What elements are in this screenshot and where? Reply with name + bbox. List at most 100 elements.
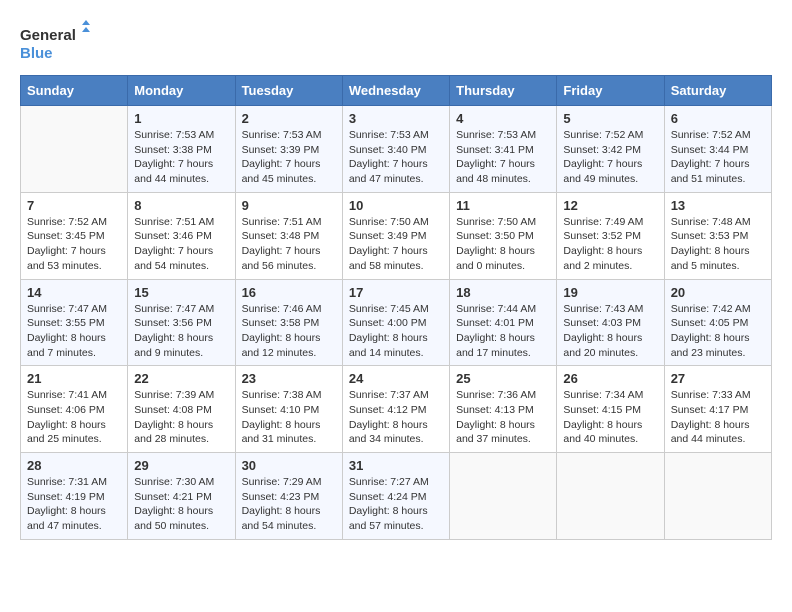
calendar-cell: 1 Sunrise: 7:53 AM Sunset: 3:38 PM Daylig… xyxy=(128,106,235,193)
header-cell-saturday: Saturday xyxy=(664,76,771,106)
calendar-cell: 5Sunrise: 7:52 AM Sunset: 3:42 PM Daylig… xyxy=(557,106,664,193)
day-number: 24 xyxy=(349,371,443,386)
day-info: Sunrise: 7:31 AM Sunset: 4:19 PM Dayligh… xyxy=(27,475,121,534)
day-info: Sunrise: 7:50 AM Sunset: 3:50 PM Dayligh… xyxy=(456,215,550,274)
day-number: 14 xyxy=(27,285,121,300)
calendar-week-4: 21 Sunrise: 7:41 AM Sunset: 4:06 PM Dayli… xyxy=(21,366,772,453)
day-info: Sunrise: 7:34 AM Sunset: 4:15 PM Dayligh… xyxy=(563,388,657,447)
day-info: Sunrise: 7:39 AM Sunset: 4:08 PM Dayligh… xyxy=(134,388,228,447)
day-info: Sunrise: 7:49 AM Sunset: 3:52 PM Dayligh… xyxy=(563,215,657,274)
day-number: 29 xyxy=(134,458,228,473)
header-cell-wednesday: Wednesday xyxy=(342,76,449,106)
logo-svg: General Blue xyxy=(20,20,90,65)
day-number: 26 xyxy=(563,371,657,386)
day-info: Sunrise: 7:53 AM Sunset: 3:38 PM Dayligh… xyxy=(134,128,228,187)
day-info: Sunrise: 7:52 AM Sunset: 3:45 PM Dayligh… xyxy=(27,215,121,274)
calendar-cell: 9Sunrise: 7:51 AM Sunset: 3:48 PM Daylig… xyxy=(235,192,342,279)
calendar-cell xyxy=(664,453,771,540)
calendar-cell: 31Sunrise: 7:27 AM Sunset: 4:24 PM Dayli… xyxy=(342,453,449,540)
day-info: Sunrise: 7:48 AM Sunset: 3:53 PM Dayligh… xyxy=(671,215,765,274)
day-number: 5 xyxy=(563,111,657,126)
day-number: 20 xyxy=(671,285,765,300)
calendar-cell: 21 Sunrise: 7:41 AM Sunset: 4:06 PM Dayli… xyxy=(21,366,128,453)
calendar-cell: 2 Sunrise: 7:53 AM Sunset: 3:39 PM Daylig… xyxy=(235,106,342,193)
calendar-cell: 15Sunrise: 7:47 AM Sunset: 3:56 PM Dayli… xyxy=(128,279,235,366)
day-info: Sunrise: 7:44 AM Sunset: 4:01 PM Dayligh… xyxy=(456,302,550,361)
header-cell-sunday: Sunday xyxy=(21,76,128,106)
calendar-cell: 3 Sunrise: 7:53 AM Sunset: 3:40 PM Daylig… xyxy=(342,106,449,193)
day-info: Sunrise: 7:45 AM Sunset: 4:00 PM Dayligh… xyxy=(349,302,443,361)
day-info: Sunrise: 7:37 AM Sunset: 4:12 PM Dayligh… xyxy=(349,388,443,447)
logo: General Blue xyxy=(20,20,90,65)
day-number: 9 xyxy=(242,198,336,213)
calendar-body: 1 Sunrise: 7:53 AM Sunset: 3:38 PM Daylig… xyxy=(21,106,772,540)
calendar-week-1: 1 Sunrise: 7:53 AM Sunset: 3:38 PM Daylig… xyxy=(21,106,772,193)
day-number: 18 xyxy=(456,285,550,300)
calendar-cell: 17 Sunrise: 7:45 AM Sunset: 4:00 PM Dayli… xyxy=(342,279,449,366)
header-row: SundayMondayTuesdayWednesdayThursdayFrid… xyxy=(21,76,772,106)
day-info: Sunrise: 7:53 AM Sunset: 3:41 PM Dayligh… xyxy=(456,128,550,187)
day-info: Sunrise: 7:53 AM Sunset: 3:39 PM Dayligh… xyxy=(242,128,336,187)
header-cell-tuesday: Tuesday xyxy=(235,76,342,106)
day-info: Sunrise: 7:30 AM Sunset: 4:21 PM Dayligh… xyxy=(134,475,228,534)
day-info: Sunrise: 7:47 AM Sunset: 3:56 PM Dayligh… xyxy=(134,302,228,361)
day-info: Sunrise: 7:29 AM Sunset: 4:23 PM Dayligh… xyxy=(242,475,336,534)
day-number: 8 xyxy=(134,198,228,213)
day-number: 17 xyxy=(349,285,443,300)
calendar-cell: 7 Sunrise: 7:52 AM Sunset: 3:45 PM Daylig… xyxy=(21,192,128,279)
day-info: Sunrise: 7:52 AM Sunset: 3:44 PM Dayligh… xyxy=(671,128,765,187)
calendar-cell: 6 Sunrise: 7:52 AM Sunset: 3:44 PM Daylig… xyxy=(664,106,771,193)
day-number: 3 xyxy=(349,111,443,126)
calendar-cell: 23 Sunrise: 7:38 AM Sunset: 4:10 PM Dayli… xyxy=(235,366,342,453)
day-info: Sunrise: 7:38 AM Sunset: 4:10 PM Dayligh… xyxy=(242,388,336,447)
day-number: 12 xyxy=(563,198,657,213)
calendar-table: SundayMondayTuesdayWednesdayThursdayFrid… xyxy=(20,75,772,540)
calendar-cell: 26 Sunrise: 7:34 AM Sunset: 4:15 PM Dayli… xyxy=(557,366,664,453)
day-info: Sunrise: 7:33 AM Sunset: 4:17 PM Dayligh… xyxy=(671,388,765,447)
calendar-week-5: 28Sunrise: 7:31 AM Sunset: 4:19 PM Dayli… xyxy=(21,453,772,540)
header-cell-thursday: Thursday xyxy=(450,76,557,106)
calendar-cell: 4 Sunrise: 7:53 AM Sunset: 3:41 PM Daylig… xyxy=(450,106,557,193)
day-number: 30 xyxy=(242,458,336,473)
calendar-cell: 14 Sunrise: 7:47 AM Sunset: 3:55 PM Dayli… xyxy=(21,279,128,366)
day-number: 25 xyxy=(456,371,550,386)
day-number: 21 xyxy=(27,371,121,386)
calendar-cell: 27 Sunrise: 7:33 AM Sunset: 4:17 PM Dayli… xyxy=(664,366,771,453)
day-info: Sunrise: 7:43 AM Sunset: 4:03 PM Dayligh… xyxy=(563,302,657,361)
calendar-cell: 10 Sunrise: 7:50 AM Sunset: 3:49 PM Dayli… xyxy=(342,192,449,279)
day-number: 10 xyxy=(349,198,443,213)
day-info: Sunrise: 7:42 AM Sunset: 4:05 PM Dayligh… xyxy=(671,302,765,361)
calendar-cell: 25Sunrise: 7:36 AM Sunset: 4:13 PM Dayli… xyxy=(450,366,557,453)
calendar-cell: 28Sunrise: 7:31 AM Sunset: 4:19 PM Dayli… xyxy=(21,453,128,540)
svg-text:General: General xyxy=(20,27,76,44)
day-number: 2 xyxy=(242,111,336,126)
day-number: 13 xyxy=(671,198,765,213)
day-number: 27 xyxy=(671,371,765,386)
day-info: Sunrise: 7:46 AM Sunset: 3:58 PM Dayligh… xyxy=(242,302,336,361)
day-info: Sunrise: 7:41 AM Sunset: 4:06 PM Dayligh… xyxy=(27,388,121,447)
calendar-cell: 18 Sunrise: 7:44 AM Sunset: 4:01 PM Dayli… xyxy=(450,279,557,366)
calendar-header: SundayMondayTuesdayWednesdayThursdayFrid… xyxy=(21,76,772,106)
day-number: 19 xyxy=(563,285,657,300)
calendar-cell: 24 Sunrise: 7:37 AM Sunset: 4:12 PM Dayli… xyxy=(342,366,449,453)
calendar-cell: 30 Sunrise: 7:29 AM Sunset: 4:23 PM Dayli… xyxy=(235,453,342,540)
day-number: 4 xyxy=(456,111,550,126)
calendar-cell: 11Sunrise: 7:50 AM Sunset: 3:50 PM Dayli… xyxy=(450,192,557,279)
calendar-week-2: 7 Sunrise: 7:52 AM Sunset: 3:45 PM Daylig… xyxy=(21,192,772,279)
calendar-cell xyxy=(557,453,664,540)
day-info: Sunrise: 7:47 AM Sunset: 3:55 PM Dayligh… xyxy=(27,302,121,361)
day-number: 6 xyxy=(671,111,765,126)
day-number: 1 xyxy=(134,111,228,126)
header-cell-friday: Friday xyxy=(557,76,664,106)
day-info: Sunrise: 7:50 AM Sunset: 3:49 PM Dayligh… xyxy=(349,215,443,274)
calendar-cell: 8 Sunrise: 7:51 AM Sunset: 3:46 PM Daylig… xyxy=(128,192,235,279)
calendar-cell: 20 Sunrise: 7:42 AM Sunset: 4:05 PM Dayli… xyxy=(664,279,771,366)
day-info: Sunrise: 7:51 AM Sunset: 3:46 PM Dayligh… xyxy=(134,215,228,274)
day-info: Sunrise: 7:53 AM Sunset: 3:40 PM Dayligh… xyxy=(349,128,443,187)
day-number: 7 xyxy=(27,198,121,213)
day-number: 16 xyxy=(242,285,336,300)
day-number: 23 xyxy=(242,371,336,386)
day-info: Sunrise: 7:27 AM Sunset: 4:24 PM Dayligh… xyxy=(349,475,443,534)
header-cell-monday: Monday xyxy=(128,76,235,106)
calendar-week-3: 14 Sunrise: 7:47 AM Sunset: 3:55 PM Dayli… xyxy=(21,279,772,366)
